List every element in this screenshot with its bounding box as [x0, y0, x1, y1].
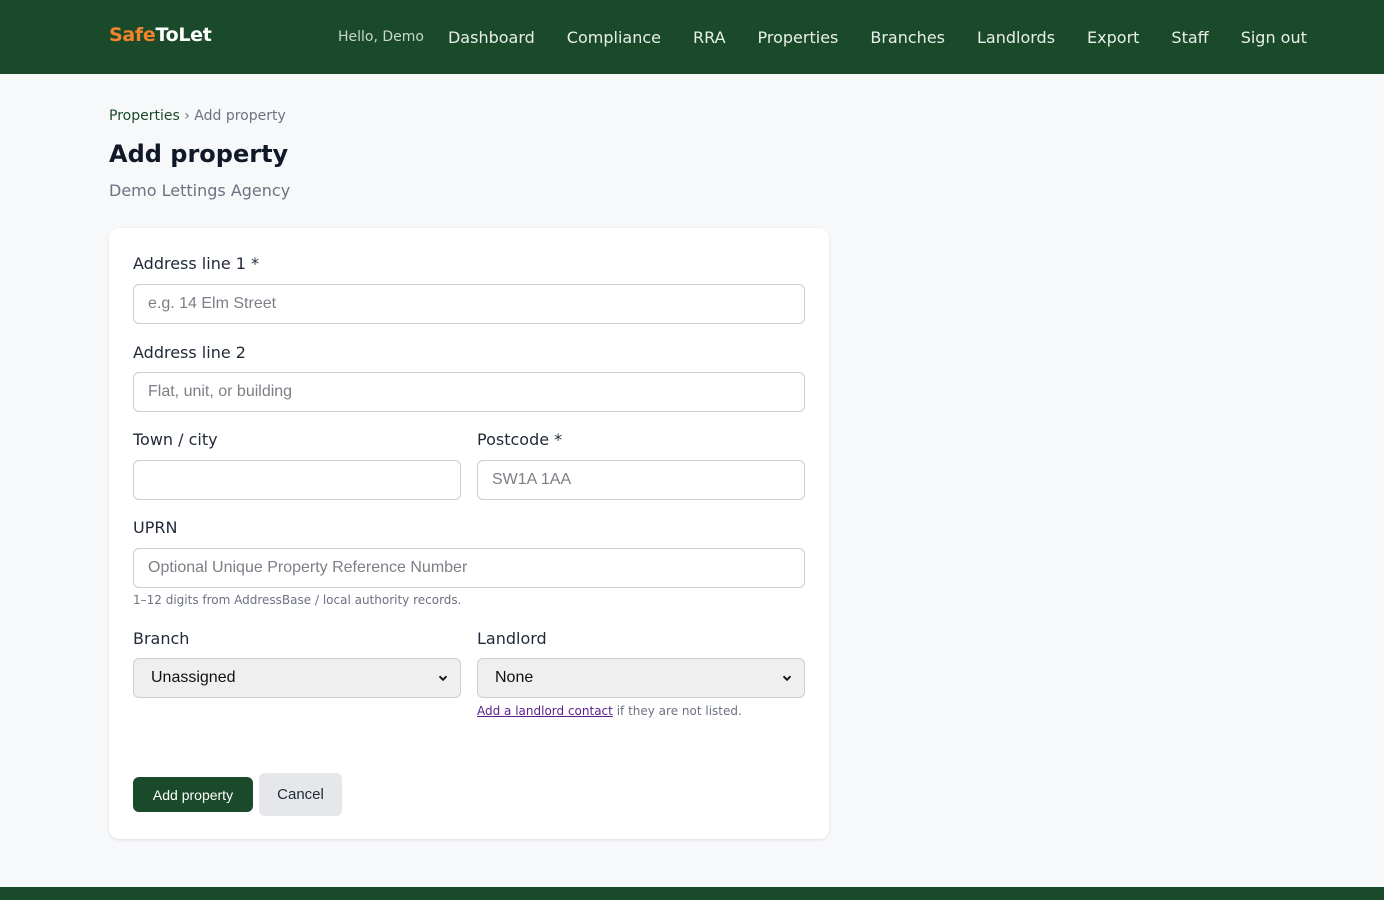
page-subtitle: Demo Lettings Agency: [109, 181, 291, 200]
top-navigation-bar: SafeToLet Hello, Demo Dashboard Complian…: [0, 0, 1384, 74]
postcode-input[interactable]: [477, 460, 805, 500]
nav-rra[interactable]: RRA: [693, 28, 726, 47]
address2-input[interactable]: [133, 372, 805, 412]
nav-staff[interactable]: Staff: [1171, 28, 1208, 47]
nav-sign-out[interactable]: Sign out: [1241, 28, 1307, 47]
breadcrumb-current: Add property: [194, 108, 286, 124]
landlord-select[interactable]: None: [477, 658, 805, 698]
breadcrumb-properties-link[interactable]: Properties: [109, 108, 180, 124]
nav-export[interactable]: Export: [1087, 28, 1139, 47]
chevron-down-icon: [438, 675, 448, 682]
brand-logo[interactable]: SafeToLet: [109, 24, 212, 46]
nav-compliance[interactable]: Compliance: [567, 28, 661, 47]
landlord-label: Landlord: [477, 629, 547, 648]
landlord-selected-value: None: [495, 669, 534, 686]
nav-dashboard[interactable]: Dashboard: [448, 28, 535, 47]
brand-logo-part2: ToLet: [155, 24, 212, 46]
cancel-button[interactable]: Cancel: [259, 773, 342, 816]
nav-landlords[interactable]: Landlords: [977, 28, 1055, 47]
town-input[interactable]: [133, 460, 461, 500]
address2-label: Address line 2: [133, 343, 246, 362]
landlord-hint-text: if they are not listed.: [612, 704, 742, 718]
user-greeting: Hello, Demo: [338, 29, 424, 45]
main-nav: Hello, Demo Dashboard Compliance RRA Pro…: [338, 0, 1307, 74]
page-title: Add property: [109, 140, 289, 168]
add-landlord-contact-link[interactable]: Add a landlord contact: [477, 704, 613, 718]
town-label: Town / city: [133, 430, 218, 449]
uprn-hint: 1–12 digits from AddressBase / local aut…: [133, 593, 462, 607]
address1-input[interactable]: [133, 284, 805, 324]
branch-label: Branch: [133, 629, 190, 648]
uprn-label: UPRN: [133, 518, 178, 537]
breadcrumb-separator: ›: [179, 108, 195, 124]
branch-select[interactable]: Unassigned: [133, 658, 461, 698]
nav-branches[interactable]: Branches: [870, 28, 945, 47]
address1-label: Address line 1 *: [133, 254, 260, 273]
footer-bar: [0, 887, 1384, 900]
landlord-hint: Add a landlord contact if they are not l…: [477, 704, 742, 718]
nav-properties[interactable]: Properties: [758, 28, 839, 47]
postcode-label: Postcode *: [477, 430, 563, 449]
branch-selected-value: Unassigned: [151, 669, 236, 686]
add-property-form: Address line 1 * Address line 2 Town / c…: [109, 228, 829, 839]
chevron-down-icon: [782, 675, 792, 682]
uprn-input[interactable]: [133, 548, 805, 588]
add-property-button[interactable]: Add property: [133, 777, 253, 812]
brand-logo-part1: Safe: [109, 24, 156, 46]
breadcrumb: Properties › Add property: [109, 108, 286, 124]
